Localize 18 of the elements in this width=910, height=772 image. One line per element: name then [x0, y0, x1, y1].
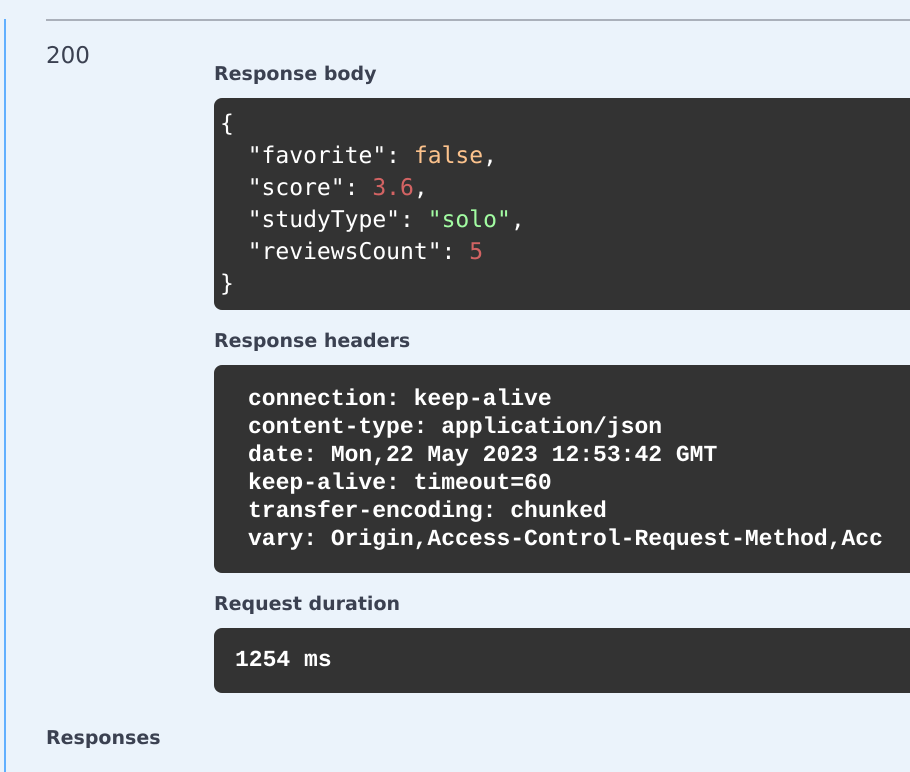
status-code: 200: [46, 43, 90, 69]
section-label: Response body: [214, 63, 376, 85]
section-label: Response headers: [214, 330, 410, 352]
code-line: "reviewsCount": 5: [246, 238, 484, 267]
section-label: Request duration: [214, 593, 400, 615]
code-line: "score": 3.6,: [246, 174, 428, 203]
code-line: "studyType": "solo",: [246, 206, 525, 235]
header-line: connection: keep-alive: [248, 385, 552, 413]
header-line: date: Mon,22 May 2023 12:53:42 GMT: [248, 441, 718, 469]
code-line: }: [220, 270, 234, 299]
header-line: vary: Origin,Access-Control-Request-Method,Acc: [248, 525, 883, 553]
responses-heading: Responses: [46, 727, 161, 749]
header-line: transfer-encoding: chunked: [248, 497, 607, 525]
header-line: keep-alive: timeout=60: [248, 469, 552, 497]
header-line: content-type: application/json: [248, 413, 662, 441]
duration-value: 1254 ms: [235, 648, 332, 673]
code-line: "favorite": false,: [246, 142, 497, 171]
code-line: {: [220, 110, 234, 139]
